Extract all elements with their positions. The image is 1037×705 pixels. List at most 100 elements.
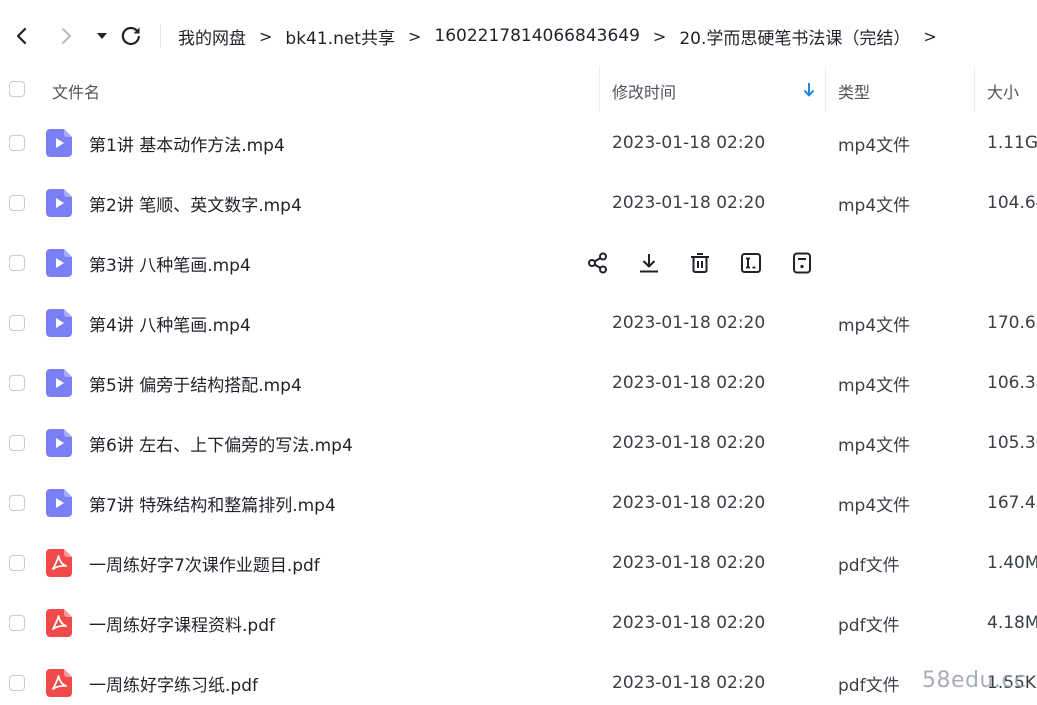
column-divider[interactable] (974, 66, 975, 112)
refresh-icon (121, 26, 140, 46)
chevron-left-icon (16, 27, 27, 45)
row-checkbox[interactable] (9, 255, 25, 271)
file-size: 4.18M (987, 613, 1037, 633)
file-size: 104.64 (987, 193, 1037, 213)
file-name[interactable]: 第7讲 特殊结构和整篇排列.mp4 (89, 473, 336, 533)
select-all-checkbox[interactable] (9, 81, 25, 97)
file-modified: 2023-01-18 02:20 (612, 373, 766, 393)
breadcrumb-separator: > (652, 26, 667, 46)
column-modified-header[interactable]: 修改时间 (612, 79, 676, 103)
file-size: 167.45 (987, 493, 1037, 513)
row-actions (586, 233, 841, 293)
row-checkbox[interactable] (9, 615, 25, 631)
breadcrumb-item-current[interactable]: 20.学而思硬笔书法课（完结） (679, 24, 910, 49)
row-checkbox[interactable] (9, 435, 25, 451)
breadcrumb-separator: > (923, 26, 937, 46)
file-row[interactable]: 第5讲 偏旁于结构搭配.mp4 2023-01-18 02:20 mp4文件 1… (0, 353, 1037, 413)
forward-button[interactable] (52, 22, 80, 50)
row-checkbox[interactable] (9, 675, 25, 691)
download-button[interactable] (637, 251, 661, 275)
column-name-header[interactable]: 文件名 (52, 79, 100, 103)
file-name[interactable]: 第5讲 偏旁于结构搭配.mp4 (89, 353, 302, 413)
column-divider[interactable] (825, 66, 826, 112)
row-checkbox[interactable] (9, 135, 25, 151)
history-dropdown-button[interactable] (88, 22, 116, 50)
row-checkbox[interactable] (9, 555, 25, 571)
file-row[interactable]: 一周练好字课程资料.pdf 2023-01-18 02:20 pdf文件 4.1… (0, 593, 1037, 653)
file-row[interactable]: 第7讲 特殊结构和整篇排列.mp4 2023-01-18 02:20 mp4文件… (0, 473, 1037, 533)
row-checkbox[interactable] (9, 495, 25, 511)
file-name[interactable]: 第2讲 笔顺、英文数字.mp4 (89, 173, 302, 233)
file-modified: 2023-01-18 02:20 (612, 493, 766, 513)
pdf-file-icon (46, 609, 72, 637)
share-icon (588, 252, 607, 274)
rename-button[interactable] (739, 251, 763, 275)
file-type: pdf文件 (838, 555, 900, 576)
file-row[interactable]: 一周练好字7次课作业题目.pdf 2023-01-18 02:20 pdf文件 … (0, 533, 1037, 593)
file-size: 106.38 (987, 373, 1037, 393)
file-name[interactable]: 第6讲 左右、上下偏旁的写法.mp4 (89, 413, 353, 473)
row-checkbox[interactable] (9, 195, 25, 211)
pdf-file-icon (46, 549, 72, 577)
breadcrumb-item[interactable]: 1602217814066843649 (434, 26, 640, 46)
file-name[interactable]: 一周练好字练习纸.pdf (89, 653, 258, 705)
watermark: 58edu.cc (922, 668, 1027, 693)
video-file-icon (46, 249, 72, 277)
breadcrumb-item[interactable]: 我的网盘 (178, 24, 246, 49)
breadcrumb-separator: > (407, 26, 422, 46)
file-type: mp4文件 (838, 195, 911, 216)
file-name[interactable]: 第1讲 基本动作方法.mp4 (89, 113, 285, 173)
nav-divider (160, 24, 161, 48)
file-row[interactable]: 第6讲 左右、上下偏旁的写法.mp4 2023-01-18 02:20 mp4文… (0, 413, 1037, 473)
file-modified: 2023-01-18 02:20 (612, 133, 766, 153)
rename-icon (741, 253, 761, 273)
file-name[interactable]: 第4讲 八种笔画.mp4 (89, 293, 251, 353)
breadcrumb-item[interactable]: bk41.net共享 (285, 24, 395, 49)
breadcrumb: 我的网盘 > bk41.net共享 > 1602217814066843649 … (178, 22, 950, 50)
file-row[interactable]: 第2讲 笔顺、英文数字.mp4 2023-01-18 02:20 mp4文件 1… (0, 173, 1037, 233)
file-modified: 2023-01-18 02:20 (612, 433, 766, 453)
breadcrumb-separator: > (259, 26, 273, 46)
back-button[interactable] (8, 22, 36, 50)
share-button[interactable] (586, 251, 610, 275)
file-size: 170.63 (987, 313, 1037, 333)
pdf-file-icon (46, 669, 72, 697)
column-type-header[interactable]: 类型 (838, 79, 870, 103)
row-checkbox[interactable] (9, 315, 25, 331)
video-file-icon (46, 489, 72, 517)
file-name[interactable]: 一周练好字7次课作业题目.pdf (89, 533, 320, 593)
refresh-button[interactable] (117, 22, 145, 50)
delete-icon (691, 253, 709, 273)
column-divider[interactable] (599, 66, 600, 112)
sort-descending-icon[interactable] (803, 82, 815, 98)
video-file-icon (46, 369, 72, 397)
navigation-bar: 我的网盘 > bk41.net共享 > 1602217814066843649 … (0, 0, 1037, 72)
video-file-icon (46, 429, 72, 457)
file-type: pdf文件 (838, 675, 900, 696)
column-header: 文件名 修改时间 类型 大小 (0, 72, 1037, 108)
chevron-right-icon (62, 28, 71, 44)
file-row-hovered[interactable]: 第3讲 八种笔画.mp4 (0, 233, 1037, 293)
file-browser: 我的网盘 > bk41.net共享 > 1602217814066843649 … (0, 0, 1037, 705)
file-modified: 2023-01-18 02:20 (612, 553, 766, 573)
more-info-button[interactable] (790, 251, 814, 275)
file-name[interactable]: 一周练好字课程资料.pdf (89, 593, 275, 653)
column-size-header[interactable]: 大小 (987, 79, 1019, 103)
delete-button[interactable] (688, 251, 712, 275)
row-checkbox[interactable] (9, 375, 25, 391)
file-type: mp4文件 (838, 135, 911, 156)
file-name[interactable]: 第3讲 八种笔画.mp4 (89, 233, 251, 293)
file-type: mp4文件 (838, 495, 911, 516)
file-row[interactable]: 第1讲 基本动作方法.mp4 2023-01-18 02:20 mp4文件 1.… (0, 113, 1037, 173)
video-file-icon (46, 309, 72, 337)
file-size: 1.40M (987, 553, 1037, 573)
file-row[interactable]: 一周练好字练习纸.pdf 2023-01-18 02:20 pdf文件 1.55… (0, 653, 1037, 705)
file-modified: 2023-01-18 02:20 (612, 613, 766, 633)
more-info-icon (793, 252, 811, 274)
file-row[interactable]: 第4讲 八种笔画.mp4 2023-01-18 02:20 mp4文件 170.… (0, 293, 1037, 353)
file-type: mp4文件 (838, 315, 911, 336)
video-file-icon (46, 129, 72, 157)
file-modified: 2023-01-18 02:20 (612, 193, 766, 213)
file-modified: 2023-01-18 02:20 (612, 673, 766, 693)
file-type: mp4文件 (838, 435, 911, 456)
